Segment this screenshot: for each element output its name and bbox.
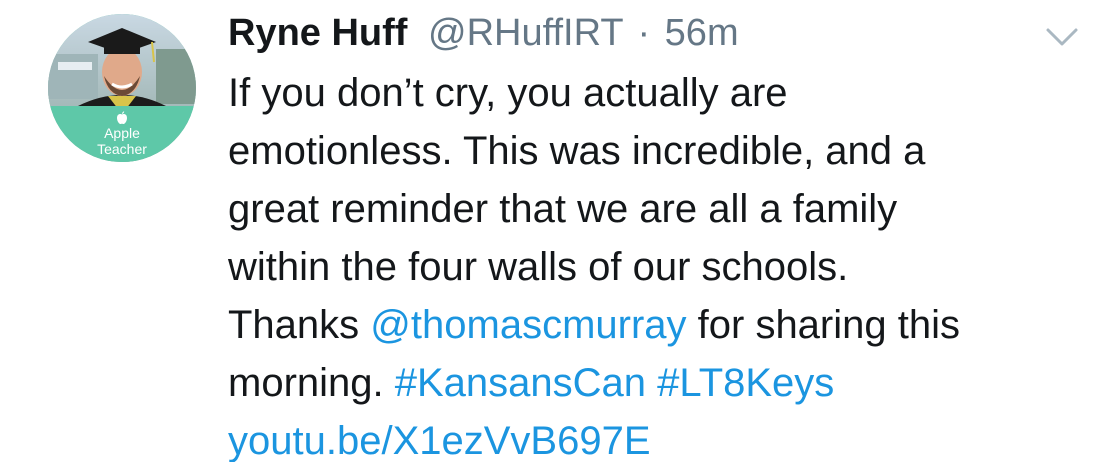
tweet-text: If you don’t cry, you actually are emoti… (228, 64, 1088, 462)
text-segment: for sharing this (686, 303, 960, 347)
text-segment (646, 361, 657, 405)
tweet-text-line: great reminder that we are all a family (228, 187, 898, 231)
display-name[interactable]: Ryne Huff (228, 12, 407, 54)
hashtag-link[interactable]: #LT8Keys (657, 361, 834, 405)
tweet-header: Ryne Huff @RHuffIRT · 56m (228, 8, 739, 58)
mention-link[interactable]: @thomascmurray (370, 303, 686, 347)
tweet-text-line: within the four walls of our schools. (228, 245, 849, 289)
timestamp[interactable]: 56m (665, 12, 739, 54)
text-segment: Thanks (228, 303, 371, 347)
separator-dot: · (637, 12, 651, 54)
tweet-text-line: If you don’t cry, you actually are (228, 71, 788, 115)
badge-label-apple: Apple (104, 125, 140, 141)
badge-label-teacher: Teacher (97, 141, 147, 157)
tweet[interactable]: Apple Teacher Ryne Huff @RHuffIRT · 56m … (0, 0, 1108, 462)
tweet-text-line: youtu.be/X1ezVvB697E (228, 412, 1088, 462)
avatar[interactable]: Apple Teacher (48, 14, 196, 162)
url-link[interactable]: youtu.be/X1ezVvB697E (228, 419, 651, 462)
chevron-down-icon[interactable] (1044, 24, 1080, 48)
tweet-text-line: Thanks @thomascmurray for sharing this (228, 296, 1088, 354)
text-segment: morning. (228, 361, 395, 405)
tweet-text-line: morning. #KansansCan #LT8Keys (228, 354, 1088, 412)
apple-logo-icon (117, 111, 127, 124)
hashtag-link[interactable]: #KansansCan (395, 361, 646, 405)
user-handle[interactable]: @RHuffIRT (428, 12, 623, 54)
tweet-text-line: emotionless. This was incredible, and a (228, 129, 926, 173)
